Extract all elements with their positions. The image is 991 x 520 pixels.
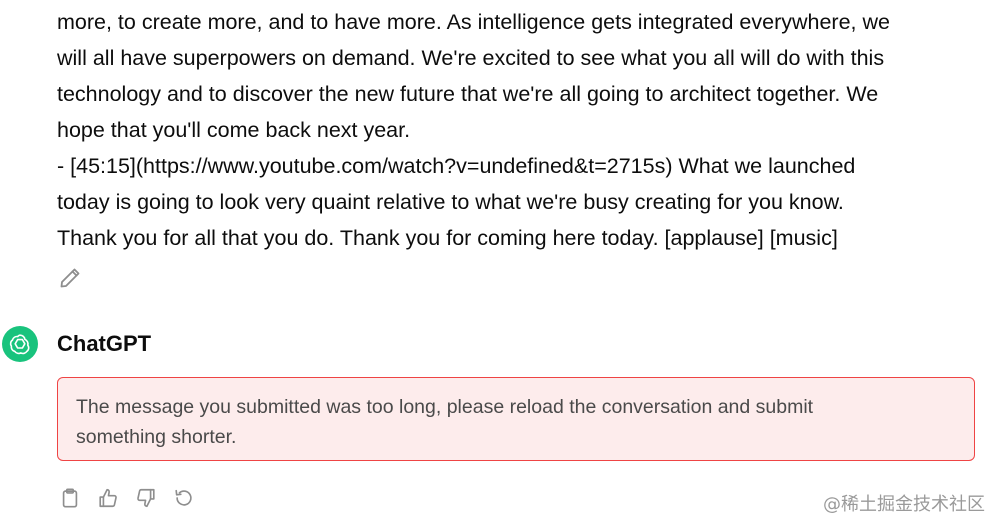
watermark: @稀土掘金技术社区 <box>823 494 985 515</box>
chat-page: more, to create more, and to have more. … <box>0 0 991 520</box>
regenerate-button[interactable] <box>172 486 196 510</box>
thumbs-down-button[interactable] <box>134 486 158 510</box>
assistant-avatar <box>2 326 38 362</box>
regenerate-icon <box>175 489 192 506</box>
message-line: today is going to look very quaint relat… <box>57 190 844 214</box>
thumbs-up-icon <box>99 488 117 508</box>
message-line: Thank you for all that you do. Thank you… <box>57 226 838 250</box>
error-text-line: The message you submitted was too long, … <box>76 396 814 418</box>
message-line: technology and to discover the new futur… <box>57 82 879 106</box>
user-message: more, to create more, and to have more. … <box>57 4 982 256</box>
message-line: more, to create more, and to have more. … <box>57 10 890 34</box>
edit-message-button[interactable] <box>58 266 84 292</box>
message-line: hope that you'll come back next year. <box>57 118 411 142</box>
pencil-icon <box>60 268 80 288</box>
error-text-line: something shorter. <box>76 426 237 448</box>
copy-button[interactable] <box>58 486 82 510</box>
thumbs-up-button[interactable] <box>96 486 120 510</box>
assistant-name: ChatGPT <box>57 331 152 356</box>
clipboard-icon <box>62 488 78 508</box>
assistant-header: ChatGPT <box>2 325 151 363</box>
message-line: - [45:15](https://www.youtube.com/watch?… <box>57 154 856 178</box>
message-line: will all have superpowers on demand. We'… <box>57 46 885 70</box>
openai-logo-icon <box>9 334 30 355</box>
message-action-bar <box>58 486 196 510</box>
thumbs-down-icon <box>137 488 155 508</box>
error-message-box: The message you submitted was too long, … <box>57 377 975 461</box>
